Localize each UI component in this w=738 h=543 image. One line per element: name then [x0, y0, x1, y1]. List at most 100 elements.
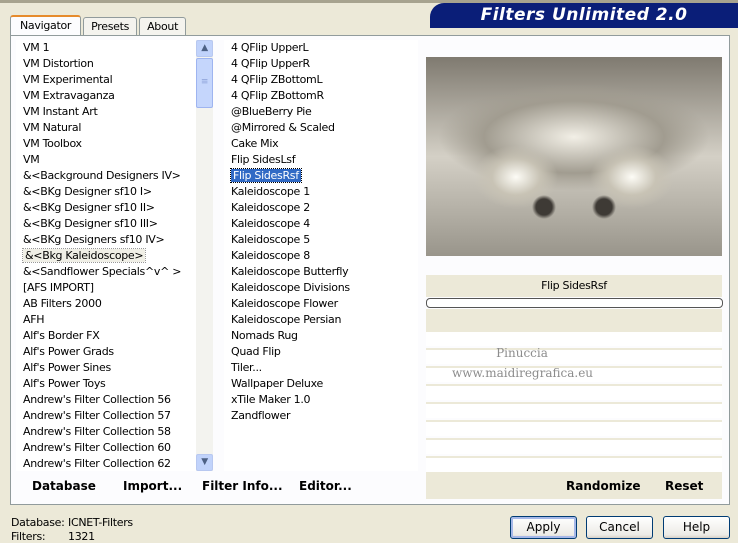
category-list[interactable]: VM 1 VM Distortion VM Experimental VM Extra… [16, 40, 196, 471]
list-item[interactable]: &<BKg Designer sf10 I> [16, 184, 196, 200]
list-item[interactable]: xTile Maker 1.0 [224, 392, 418, 408]
reset-button[interactable]: Reset [665, 479, 703, 493]
list-item[interactable]: Kaleidoscope 5 [224, 232, 418, 248]
list-item-label: VM Natural [23, 121, 82, 134]
database-button[interactable]: Database [32, 479, 96, 493]
list-item[interactable]: Andrew's Filter Collection 58 [16, 424, 196, 440]
list-item-label: Flip SidesLsf [231, 153, 296, 166]
list-item[interactable]: VM Distortion [16, 56, 196, 72]
list-item[interactable]: Zandflower [224, 408, 418, 424]
list-item[interactable]: VM [16, 152, 196, 168]
list-item[interactable]: Flip SidesLsf [224, 152, 418, 168]
watermark: Pinuccia www.maidiregrafica.eu [452, 343, 593, 383]
scroll-up-icon[interactable]: ▲ [196, 40, 213, 57]
parameter-row [426, 456, 722, 472]
list-item[interactable]: Andrew's Filter Collection 60 [16, 440, 196, 456]
list-item[interactable]: VM Instant Art [16, 104, 196, 120]
list-item-label: AB Filters 2000 [23, 297, 102, 310]
scroll-down-icon[interactable]: ▼ [196, 454, 213, 471]
list-item[interactable]: 4 QFlip ZBottomL [224, 72, 418, 88]
list-item[interactable]: Kaleidoscope Divisions [224, 280, 418, 296]
filters-status: Filters: 1321 [11, 530, 95, 543]
list-item[interactable]: @BlueBerry Pie [224, 104, 418, 120]
editor-button[interactable]: Editor... [299, 479, 352, 493]
list-item-label: 4 QFlip ZBottomR [231, 89, 324, 102]
list-item[interactable]: Kaleidoscope 4 [224, 216, 418, 232]
list-item[interactable]: VM Extravaganza [16, 88, 196, 104]
tab-presets[interactable]: Presets [83, 17, 138, 36]
list-item[interactable]: Kaleidoscope Flower [224, 296, 418, 312]
list-item-label: VM 1 [23, 41, 50, 54]
list-item-label: Andrew's Filter Collection 60 [23, 441, 171, 454]
filters-label: Filters: [11, 530, 46, 543]
list-item[interactable]: Andrew's Filter Collection 57 [16, 408, 196, 424]
list-item-label: [AFS IMPORT] [23, 281, 94, 294]
list-item[interactable]: Kaleidoscope 8 [224, 248, 418, 264]
list-item[interactable]: Wallpaper Deluxe [224, 376, 418, 392]
list-item[interactable]: &<Bkg Kaleidoscope> [16, 248, 196, 264]
cancel-button[interactable]: Cancel [586, 516, 653, 539]
list-item-label: Zandflower [231, 409, 291, 422]
list-item[interactable]: Andrew's Filter Collection 62 [16, 456, 196, 472]
list-item-label: VM Experimental [23, 73, 113, 86]
list-item[interactable]: &<Sandflower Specials^v^ > [16, 264, 196, 280]
list-item[interactable]: Alf's Power Toys [16, 376, 196, 392]
list-item[interactable]: VM 1 [16, 40, 196, 56]
list-item[interactable]: &<BKg Designers sf10 IV> [16, 232, 196, 248]
list-item-label: @BlueBerry Pie [231, 105, 312, 118]
list-item[interactable]: &<BKg Designer sf10 III> [16, 216, 196, 232]
list-item-label: 4 QFlip UpperL [231, 41, 309, 54]
app-title: Filters Unlimited 2.0 [430, 3, 738, 28]
list-item[interactable]: Kaleidoscope 1 [224, 184, 418, 200]
filter-list[interactable]: 4 QFlip UpperL 4 QFlip UpperR 4 QFlip ZBot… [224, 40, 418, 471]
database-status: Database: ICNET-Filters [11, 516, 133, 529]
list-item[interactable]: AB Filters 2000 [16, 296, 196, 312]
list-item[interactable]: &<BKg Designer sf10 II> [16, 200, 196, 216]
list-item[interactable]: &<Background Designers IV> [16, 168, 196, 184]
tab-about[interactable]: About [139, 17, 187, 36]
list-item[interactable]: Flip SidesRsf [224, 168, 418, 184]
list-item[interactable]: Alf's Border FX [16, 328, 196, 344]
list-item-label: Kaleidoscope Divisions [231, 281, 350, 294]
list-item[interactable]: Tiler... [224, 360, 418, 376]
list-item[interactable]: Nomads Rug [224, 328, 418, 344]
list-item-label: &<BKg Designer sf10 II> [23, 201, 155, 214]
list-item[interactable]: @Mirrored & Scaled [224, 120, 418, 136]
list-item-label: VM Distortion [23, 57, 94, 70]
randomize-button[interactable]: Randomize [566, 479, 640, 493]
list-item[interactable]: 4 QFlip UpperR [224, 56, 418, 72]
list-item[interactable]: Quad Flip [224, 344, 418, 360]
list-item[interactable]: 4 QFlip UpperL [224, 40, 418, 56]
filter-info-button[interactable]: Filter Info... [202, 479, 283, 493]
parameter-row [426, 402, 722, 418]
list-item[interactable]: Kaleidoscope Butterfly [224, 264, 418, 280]
filter-name-label: Flip SidesRsf [426, 275, 722, 297]
list-item[interactable]: VM Experimental [16, 72, 196, 88]
list-item-label: Kaleidoscope 5 [231, 233, 310, 246]
list-item[interactable]: Andrew's Filter Collection 56 [16, 392, 196, 408]
help-button[interactable]: Help [663, 516, 730, 539]
list-item-label: Kaleidoscope Flower [231, 297, 338, 310]
import-button[interactable]: Import... [123, 479, 182, 493]
list-item[interactable]: 4 QFlip ZBottomR [224, 88, 418, 104]
list-item-label: Nomads Rug [231, 329, 298, 342]
list-item[interactable]: VM Natural [16, 120, 196, 136]
list-item[interactable]: Cake Mix [224, 136, 418, 152]
list-item[interactable]: AFH [16, 312, 196, 328]
list-item[interactable]: Alf's Power Sines [16, 360, 196, 376]
list-item[interactable]: Kaleidoscope Persian [224, 312, 418, 328]
list-item-label: Quad Flip [231, 345, 281, 358]
list-item[interactable]: Alf's Power Grads [16, 344, 196, 360]
list-item[interactable]: [AFS IMPORT] [16, 280, 196, 296]
list-item[interactable]: Kaleidoscope 2 [224, 200, 418, 216]
list-item-label: Alf's Power Toys [23, 377, 106, 390]
scroll-thumb[interactable]: ≡ [196, 58, 213, 108]
apply-button[interactable]: Apply [510, 516, 577, 539]
list-item-label: &<Background Designers IV> [23, 169, 181, 182]
list-item[interactable]: VM Toolbox [16, 136, 196, 152]
list-item-label: Alf's Power Grads [23, 345, 114, 358]
category-scrollbar[interactable]: ▲ ≡ ▼ [196, 40, 213, 471]
filters-count: 1321 [68, 530, 95, 543]
list-item-label: @Mirrored & Scaled [231, 121, 335, 134]
tab-navigator[interactable]: Navigator [10, 15, 82, 36]
